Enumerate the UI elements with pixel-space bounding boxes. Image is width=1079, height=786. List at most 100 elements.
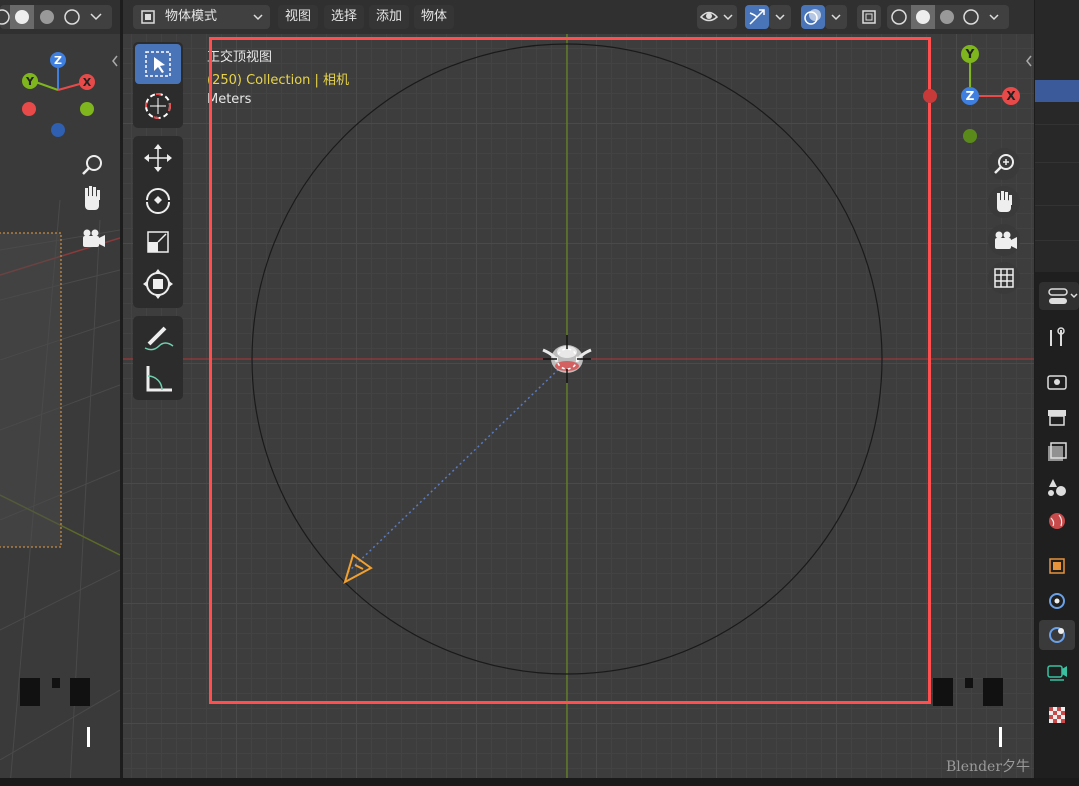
svg-text:Y: Y xyxy=(25,75,35,88)
tab-tool[interactable] xyxy=(1039,322,1075,352)
shading-modes[interactable] xyxy=(887,5,1009,29)
left-camera-view-icon[interactable] xyxy=(83,229,105,248)
menu-object[interactable]: 物体 xyxy=(414,5,455,29)
left-viewport-header xyxy=(0,0,120,34)
texture-icon xyxy=(1049,707,1065,723)
mode-selector-label: 物体模式 xyxy=(165,9,218,24)
measure-icon xyxy=(146,366,172,392)
annotate-icon xyxy=(144,326,174,351)
left-navigation-gizmo[interactable]: Z Y X xyxy=(10,46,110,141)
left-hand-pan-icon[interactable] xyxy=(85,186,100,210)
toolbox-annotate-group xyxy=(133,316,183,400)
shading-icons xyxy=(891,5,999,29)
right-panel-collapse-icon[interactable] xyxy=(1024,54,1034,68)
grid-icon xyxy=(994,268,1014,288)
toolbox-transform-group xyxy=(133,136,183,308)
menu-view[interactable]: 视图 xyxy=(278,5,319,29)
left-camera-frame xyxy=(0,232,62,548)
chevron-down-icon xyxy=(253,14,263,21)
svg-text:Y: Y xyxy=(965,47,975,61)
zoom-icon xyxy=(994,154,1014,174)
scale-icon xyxy=(147,231,169,253)
eye-icon xyxy=(699,11,733,22)
ortho-toggle-button[interactable] xyxy=(988,262,1020,294)
rotate-icon xyxy=(146,188,170,214)
navigation-gizmo[interactable]: Y X Z xyxy=(922,40,1022,150)
camera-view-icon xyxy=(995,231,1017,249)
svg-text:Z: Z xyxy=(54,54,62,67)
physics-icon xyxy=(1049,627,1065,643)
menu-add[interactable]: 添加 xyxy=(369,5,410,29)
wireframe-shading-icon xyxy=(891,9,907,25)
mode-selector[interactable]: 物体模式 xyxy=(133,5,270,29)
tab-world[interactable] xyxy=(1039,506,1075,536)
tool-cursor[interactable] xyxy=(135,86,181,126)
status-bar-edge xyxy=(0,778,1079,786)
tab-view-layer[interactable] xyxy=(1039,436,1075,466)
render-icon xyxy=(1047,375,1067,390)
toolbox-select-group xyxy=(133,42,183,128)
object-icon xyxy=(1049,558,1065,574)
tool-rotate[interactable] xyxy=(135,180,181,220)
solid-shading-icon xyxy=(916,10,930,24)
tab-scene[interactable] xyxy=(1039,471,1075,501)
menu-select[interactable]: 选择 xyxy=(324,5,365,29)
material-shading-icon xyxy=(940,10,954,24)
editor-type-button[interactable] xyxy=(1039,282,1079,310)
tool-transform[interactable] xyxy=(135,264,181,304)
zoom-button[interactable] xyxy=(988,148,1020,180)
scene-icon xyxy=(1048,479,1066,496)
output-icon xyxy=(1048,410,1066,426)
camera-view-button[interactable] xyxy=(988,224,1020,256)
xray-icon xyxy=(862,10,876,24)
gizmo-arrows-icon xyxy=(749,9,765,25)
tool-move[interactable] xyxy=(135,138,181,178)
gizmo-toggle[interactable] xyxy=(745,5,769,29)
gizmo-dropdown[interactable] xyxy=(769,5,791,29)
xray-toggle[interactable] xyxy=(857,5,881,29)
constraint-icon xyxy=(1047,665,1067,681)
left-zoom-icon[interactable] xyxy=(82,155,102,175)
tab-object[interactable] xyxy=(1039,551,1075,581)
overlays-toggle[interactable] xyxy=(801,5,825,29)
overlays-icon xyxy=(804,9,821,25)
modifier-icon xyxy=(1049,593,1065,609)
chevron-down-icon xyxy=(775,14,785,21)
transform-icon xyxy=(143,269,173,299)
move-icon xyxy=(144,144,172,172)
properties-editor-icon xyxy=(1048,288,1078,304)
left-panel-collapse-icon[interactable] xyxy=(110,54,120,68)
tab-constraint[interactable] xyxy=(1039,656,1075,686)
view-layer-icon xyxy=(1048,442,1067,461)
svg-text:Z: Z xyxy=(966,89,975,103)
svg-text:X: X xyxy=(1006,89,1016,103)
world-icon xyxy=(1049,513,1065,529)
overlays-dropdown[interactable] xyxy=(825,5,847,29)
tab-render[interactable] xyxy=(1039,366,1075,396)
cursor-icon xyxy=(145,93,171,119)
tool-measure[interactable] xyxy=(135,358,181,398)
outliner-strip[interactable] xyxy=(1035,0,1079,272)
chevron-down-icon xyxy=(989,14,999,21)
outliner-selected-row[interactable] xyxy=(1035,80,1079,102)
object-mode-icon xyxy=(141,10,155,24)
tab-output[interactable] xyxy=(1039,401,1075,431)
tab-physics[interactable] xyxy=(1039,620,1075,650)
solid-shading-icon[interactable] xyxy=(15,10,29,24)
tab-modifier[interactable] xyxy=(1039,586,1075,616)
rendered-shading-icon xyxy=(963,9,979,25)
tab-texture[interactable] xyxy=(1039,700,1075,730)
tool-select-box[interactable] xyxy=(135,44,181,84)
hand-pan-icon xyxy=(997,191,1012,212)
material-shading-icon[interactable] xyxy=(40,10,54,24)
left-passepartout-mark xyxy=(20,678,40,706)
tool-scale[interactable] xyxy=(135,222,181,262)
pan-button[interactable] xyxy=(988,186,1020,218)
tool-annotate[interactable] xyxy=(135,318,181,358)
viewport-header: 物体模式 视图 选择 添加 物体 xyxy=(123,0,1034,34)
highlight-frame xyxy=(209,37,931,704)
select-box-icon xyxy=(145,51,171,77)
chevron-down-icon xyxy=(831,14,841,21)
visibility-dropdown[interactable] xyxy=(697,5,737,29)
watermark: Blender夕牛 xyxy=(946,759,1031,775)
